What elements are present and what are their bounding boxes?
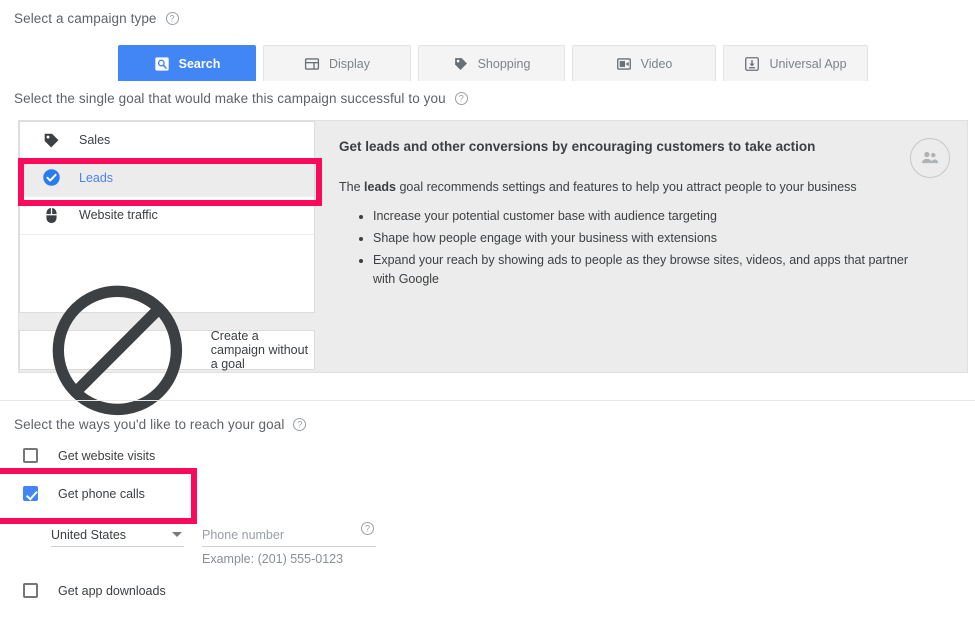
help-icon[interactable]	[454, 92, 468, 105]
phone-number-placeholder: Phone number	[202, 527, 285, 542]
no-goal-label: Create a campaign without a goal	[210, 329, 309, 371]
campaign-type-label: Select a campaign type	[14, 11, 179, 26]
goal-detail-subtext-suffix: goal recommends settings and features to…	[395, 180, 857, 194]
goal-detail-panel: Get leads and other conversions by encou…	[315, 121, 967, 372]
goal-item-leads[interactable]: Leads	[20, 159, 314, 197]
chevron-down-icon[interactable]	[172, 532, 182, 537]
ways-section-label-text: Select the ways you'd like to reach your…	[14, 417, 285, 432]
tab-search-label: Search	[178, 56, 221, 71]
campaign-setup-page: Select a campaign type Search Display	[0, 0, 975, 619]
app-download-icon	[745, 56, 760, 71]
phone-number-example: Example: (201) 555-0123	[202, 552, 344, 566]
tab-video[interactable]: Video	[572, 45, 716, 81]
goal-item-no-goal[interactable]: Create a campaign without a goal	[19, 285, 315, 415]
option-get-website-visits[interactable]: Get website visits	[23, 448, 155, 463]
tab-display[interactable]: Display	[263, 45, 411, 81]
option-label: Get phone calls	[58, 486, 145, 501]
people-group-icon	[921, 151, 939, 164]
tab-universal-app[interactable]: Universal App	[723, 45, 868, 81]
tab-search[interactable]: Search	[118, 45, 256, 81]
campaign-type-tabs: Search Display Shopping Video Universal …	[0, 45, 975, 81]
campaign-type-label-text: Select a campaign type	[14, 11, 157, 26]
goal-item-label: Website traffic	[79, 208, 158, 223]
goal-section-label: Select the single goal that would make t…	[14, 91, 468, 106]
checkbox-checked-icon[interactable]	[23, 486, 38, 501]
goal-detail-bullet: Shape how people engage with your busine…	[373, 229, 933, 248]
mouse-icon	[46, 207, 57, 223]
search-icon	[154, 56, 169, 71]
video-camera-icon	[616, 57, 631, 70]
check-circle-icon	[43, 169, 60, 186]
option-get-app-downloads[interactable]: Get app downloads	[23, 583, 166, 598]
goal-detail-subtext-prefix: The	[339, 180, 365, 194]
phone-country-value: United States	[51, 527, 127, 542]
goal-detail-subtext: The leads goal recommends settings and f…	[339, 178, 939, 196]
tag-icon	[44, 133, 59, 148]
goal-detail-subtext-bold: leads	[364, 180, 396, 194]
tab-shopping[interactable]: Shopping	[418, 45, 565, 81]
option-get-phone-calls[interactable]: Get phone calls	[23, 486, 145, 501]
goal-detail-avatar	[910, 138, 950, 178]
goal-section-label-text: Select the single goal that would make t…	[14, 91, 446, 106]
shopping-tag-icon	[454, 57, 467, 70]
tab-universal-app-label: Universal App	[769, 56, 847, 71]
option-label: Get website visits	[58, 448, 156, 463]
option-label: Get app downloads	[58, 583, 166, 598]
ways-section-label: Select the ways you'd like to reach your…	[14, 417, 307, 432]
help-icon[interactable]	[165, 12, 179, 25]
checkbox-unchecked-icon[interactable]	[23, 448, 38, 463]
phone-country-select[interactable]: United States	[51, 523, 184, 547]
no-entry-icon	[52, 285, 183, 415]
section-divider	[0, 400, 975, 401]
goal-item-label: Sales	[79, 133, 111, 148]
display-icon	[304, 57, 320, 70]
tab-shopping-label: Shopping	[477, 56, 531, 71]
tab-video-label: Video	[640, 56, 673, 71]
phone-number-input[interactable]: Phone number	[202, 523, 376, 547]
goal-detail-heading: Get leads and other conversions by encou…	[339, 139, 816, 154]
tab-display-label: Display	[329, 56, 370, 71]
help-icon[interactable]	[293, 418, 307, 431]
goal-panel: Sales Leads Website traffic Create a cam…	[18, 120, 968, 415]
goal-item-website-traffic[interactable]: Website traffic	[20, 197, 314, 235]
help-icon[interactable]	[361, 522, 374, 535]
goal-item-label: Leads	[79, 170, 114, 185]
goal-detail-bullets: Increase your potential customer base wi…	[339, 207, 939, 289]
checkbox-unchecked-icon[interactable]	[23, 583, 38, 598]
goal-item-sales[interactable]: Sales	[20, 122, 314, 160]
goal-detail-bullet: Increase your potential customer base wi…	[373, 207, 933, 226]
goal-detail-bullet: Expand your reach by showing ads to peop…	[373, 251, 933, 289]
